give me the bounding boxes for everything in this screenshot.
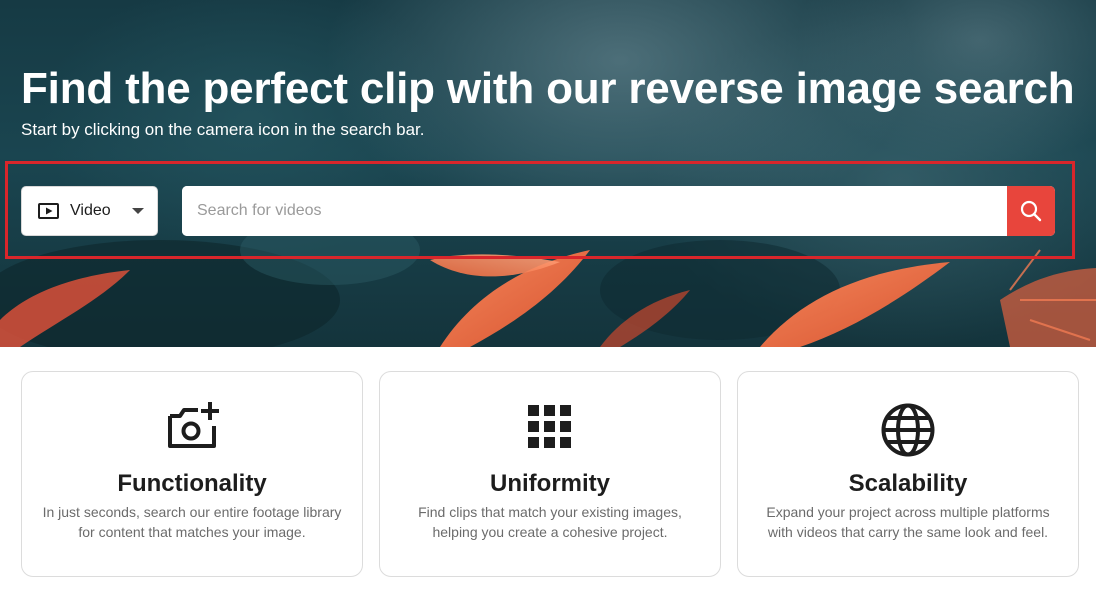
feature-description-line: In just seconds, search our entire foota…	[42, 504, 342, 520]
search-button[interactable]	[1007, 186, 1055, 236]
feature-title: Uniformity	[490, 470, 610, 497]
search-icon	[1020, 200, 1042, 222]
video-play-icon	[38, 202, 60, 220]
media-type-label: Video	[70, 202, 111, 219]
search-input[interactable]	[182, 186, 1007, 236]
feature-card-uniformity: Uniformity Find clips that match your ex…	[379, 371, 721, 577]
feature-description: In just seconds, search our entire foota…	[36, 502, 348, 542]
feature-description-line: with videos that carry the same look and…	[767, 524, 1049, 540]
feature-description: Find clips that match your existing imag…	[394, 502, 706, 542]
feature-description-line: Find clips that match your existing imag…	[418, 504, 682, 520]
page-title: Find the perfect clip with our reverse i…	[21, 64, 1075, 113]
page-subtitle: Start by clicking on the camera icon in …	[21, 120, 425, 139]
feature-card-functionality: Functionality In just seconds, search ou…	[21, 371, 363, 577]
feature-description-line: Expand your project across multiple plat…	[766, 504, 1050, 520]
feature-title: Scalability	[848, 470, 968, 497]
feature-description: Expand your project across multiple plat…	[752, 502, 1064, 542]
feature-title: Functionality	[117, 470, 267, 497]
grid-icon	[528, 405, 571, 448]
globe-icon	[881, 403, 935, 457]
feature-description-line: helping you create a cohesive project.	[432, 524, 668, 540]
chevron-down-icon	[132, 208, 144, 214]
hero-banner: Find the perfect clip with our reverse i…	[0, 0, 1096, 347]
search-bar	[182, 186, 1055, 236]
camera-plus-icon	[168, 402, 219, 448]
feature-card-scalability: Scalability Expand your project across m…	[737, 371, 1079, 577]
media-type-dropdown[interactable]: Video	[21, 186, 158, 236]
feature-description-line: for content that matches your image.	[78, 524, 306, 540]
